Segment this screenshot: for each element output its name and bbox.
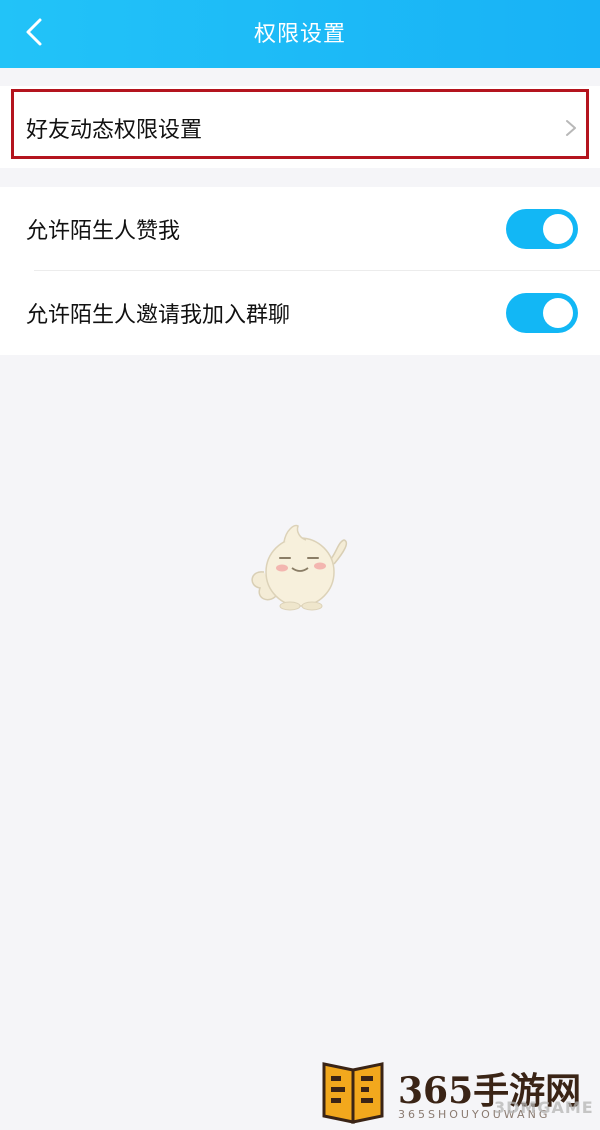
watermark: 365手游网 365SHOUYOUWANG 3DMGAME xyxy=(318,1060,594,1126)
moments-permission-label: 好友动态权限设置 xyxy=(26,118,203,143)
chevron-right-icon xyxy=(566,120,576,136)
top-bar: 权限设置 xyxy=(0,0,600,68)
page-title: 权限设置 xyxy=(253,22,346,47)
allow-stranger-invite-label: 允许陌生人邀请我加入群聊 xyxy=(26,303,291,328)
allow-stranger-like-label: 允许陌生人赞我 xyxy=(26,219,181,244)
moments-permission-row[interactable]: 好友动态权限设置 xyxy=(0,86,600,170)
watermark-overlay: 3DMGAME xyxy=(494,1098,594,1117)
toggle-knob xyxy=(543,298,573,328)
toggle-knob xyxy=(543,214,573,244)
book-logo-icon xyxy=(322,1062,384,1124)
allow-stranger-like-toggle[interactable] xyxy=(506,209,578,249)
moments-permission-card: 好友动态权限设置 xyxy=(0,86,600,168)
mascot-illustration xyxy=(251,524,348,611)
allow-stranger-like-row: 允许陌生人赞我 xyxy=(0,187,600,271)
allow-stranger-invite-row: 允许陌生人邀请我加入群聊 xyxy=(0,271,600,355)
stranger-settings-card: 允许陌生人赞我 允许陌生人邀请我加入群聊 xyxy=(0,187,600,355)
allow-stranger-invite-toggle[interactable] xyxy=(506,293,578,333)
